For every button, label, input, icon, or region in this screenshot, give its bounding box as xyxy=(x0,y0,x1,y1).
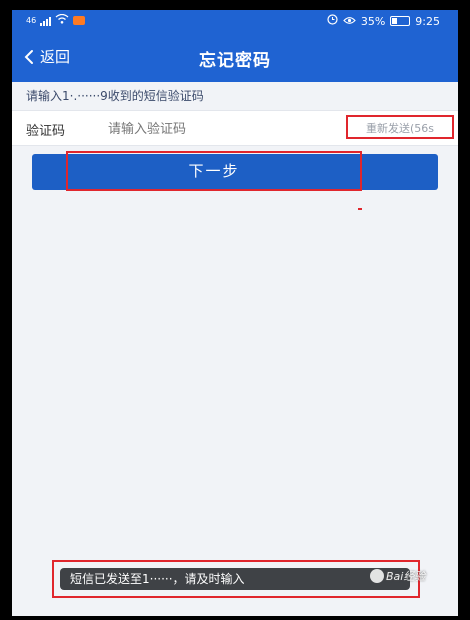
sms-hint-text: 请输入1·.······9收到的短信验证码 xyxy=(26,89,204,103)
verification-code-input[interactable] xyxy=(106,117,330,141)
phone-screen: 46 35% 9:25 返回 忘记密码 请输入1·.······9收到的短信验证… xyxy=(12,10,458,616)
status-bar: 46 35% 9:25 xyxy=(12,10,458,34)
signal-icon xyxy=(40,16,52,26)
next-step-button[interactable]: 下一步 xyxy=(32,151,438,191)
resend-code-button[interactable]: 重新发送(56s xyxy=(346,115,454,139)
clock-time: 9:25 xyxy=(415,14,440,28)
wifi-icon xyxy=(55,13,69,27)
page-title: 忘记密码 xyxy=(199,51,271,71)
verification-code-row: 验证码 重新发送(56s xyxy=(12,110,458,146)
toast-highlight: 短信已发送至1······，请及时输入 xyxy=(52,560,420,598)
title-bar: 返回 忘记密码 xyxy=(12,34,458,82)
battery-percent: 35% xyxy=(360,14,386,28)
paw-logo-icon xyxy=(370,569,384,583)
status-right: 35% 9:25 xyxy=(327,14,440,28)
watermark-text: Bai经验 xyxy=(386,570,426,583)
red-mark xyxy=(358,208,362,210)
network-type-label: 46 xyxy=(26,16,37,25)
battery-icon xyxy=(390,16,411,26)
verification-code-label: 验证码 xyxy=(26,124,66,139)
app-notification-icon xyxy=(73,16,86,25)
status-left: 46 xyxy=(26,13,86,27)
baidu-watermark: Bai经验 xyxy=(370,568,425,584)
alarm-icon xyxy=(327,14,338,28)
next-step-label: 下一步 xyxy=(66,151,362,191)
sms-sent-toast: 短信已发送至1······，请及时输入 xyxy=(60,568,410,590)
eye-comfort-icon xyxy=(343,15,356,28)
